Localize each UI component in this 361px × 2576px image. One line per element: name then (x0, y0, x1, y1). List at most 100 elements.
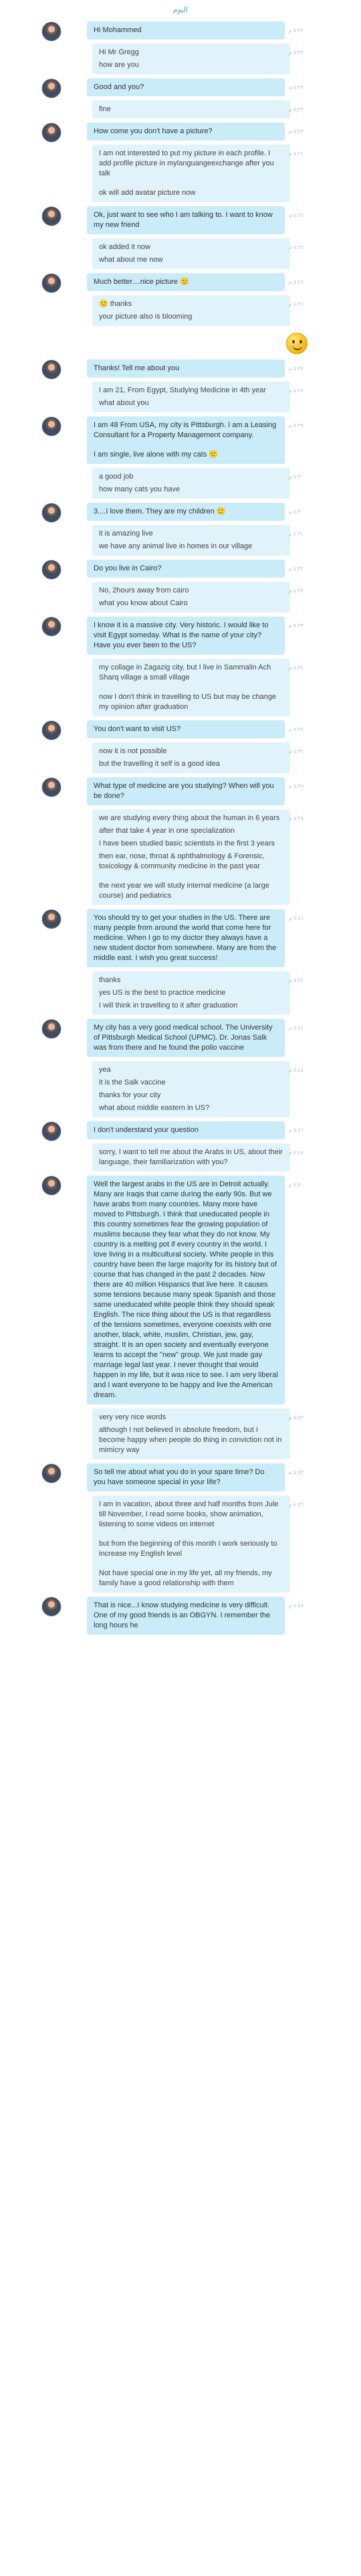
outgoing-message[interactable]: No, 2hours away from cairo what you know … (0, 582, 361, 613)
avatar[interactable] (41, 78, 62, 98)
message-bubble[interactable]: ok added it now what about me now (92, 238, 290, 269)
message-bubble[interactable]: I am 21, From Egypt, Studying Medicine i… (92, 382, 290, 412)
message-bubble[interactable]: Good and you? (87, 78, 285, 96)
avatar[interactable] (41, 359, 62, 380)
message-bubble[interactable]: my collage in Zagazig city, but I live i… (92, 659, 290, 716)
outgoing-message[interactable]: a good job how many cats you have ٥:٣٠ م (0, 468, 361, 499)
avatar[interactable] (41, 1019, 62, 1039)
incoming-message[interactable]: 3....I love them. They are my children 🙂… (0, 503, 361, 523)
message-bubble[interactable]: a good job how many cats you have (92, 468, 290, 499)
incoming-message[interactable]: How come you don't have a picture? ٥:٢٣ م (0, 123, 361, 143)
message-bubble[interactable]: Thanks! Tell me about you (87, 359, 285, 378)
incoming-message[interactable]: I know it is a massive city. Very histor… (0, 617, 361, 655)
incoming-message[interactable]: Do you live in Cairo? ٥:٣٢ م (0, 560, 361, 580)
message-bubble[interactable]: fine (92, 100, 290, 118)
message-bubble[interactable]: 3....I love them. They are my children 🙂 (87, 503, 285, 521)
avatar[interactable] (41, 206, 62, 226)
message-bubble[interactable]: My city has a very good medical school. … (87, 1019, 285, 1057)
message-bubble[interactable]: very very nice words although I not belie… (92, 1408, 290, 1459)
message-bubble[interactable]: I am in vacation, about three and half m… (92, 1496, 290, 1593)
message-bubble[interactable]: yea it is the Salk vaccine thanks for your… (92, 1061, 290, 1117)
outgoing-message[interactable]: I am not interested to put my picture in… (0, 145, 361, 202)
incoming-message[interactable]: Ok, just want to see who I am talking to… (0, 206, 361, 234)
avatar[interactable] (41, 503, 62, 523)
outgoing-message[interactable]: thanks yes US is the best to practice med… (0, 971, 361, 1015)
avatar[interactable] (41, 777, 62, 797)
incoming-message[interactable]: My city has a very good medical school. … (0, 1019, 361, 1057)
outgoing-message[interactable]: yea it is the Salk vaccine thanks for your… (0, 1061, 361, 1117)
message-bubble[interactable]: You don't want to visit US? (87, 720, 285, 738)
message-time: ٥:٤١ م (288, 915, 304, 921)
message-bubble[interactable]: I am not interested to put my picture in… (92, 145, 290, 202)
incoming-message[interactable]: What type of medicine are you studying? … (0, 777, 361, 805)
message-bubble[interactable]: sorry, I want to tell me about the Arabs… (92, 1143, 290, 1172)
outgoing-message[interactable]: my collage in Zagazig city, but I live i… (0, 659, 361, 716)
avatar[interactable] (41, 909, 62, 929)
message-bubble[interactable]: That is nice...I know studying medicine … (87, 1597, 285, 1635)
outgoing-message[interactable]: now it is not possible but the travelling… (0, 742, 361, 773)
avatar[interactable] (41, 21, 62, 42)
outgoing-message[interactable]: fine ٥:٢٣ م (0, 100, 361, 118)
message-bubble[interactable]: What type of medicine are you studying? … (87, 777, 285, 805)
avatar[interactable] (41, 617, 62, 637)
incoming-message[interactable]: Thanks! Tell me about you ٥:٢٨ م (0, 359, 361, 380)
message-line: your picture also is blooming (99, 313, 193, 321)
message-bubble[interactable]: Hi Mohammed (87, 21, 285, 39)
message-bubble[interactable]: I know it is a massive city. Very histor… (87, 617, 285, 655)
message-bubble[interactable]: You should try to get your studies in th… (87, 909, 285, 967)
outgoing-message[interactable]: it is amazing live we have any animal liv… (0, 525, 361, 556)
incoming-message[interactable]: You should try to get your studies in th… (0, 909, 361, 967)
message-bubble[interactable]: Well the largest arabs in the US are in … (87, 1176, 285, 1404)
avatar[interactable] (41, 273, 62, 293)
message-line: I have been studied basic scientists in … (99, 839, 275, 848)
message-time: ٥:٥٦ م (288, 1502, 304, 1508)
message-time: ٥:٥٢ م (288, 1415, 304, 1421)
avatar[interactable] (41, 1121, 62, 1141)
message-bubble[interactable]: I am 48 From USA, my city is Pittsburgh.… (87, 416, 285, 464)
message-time: ٥:٣٢ م (288, 566, 304, 572)
incoming-message[interactable]: Much better....nice picture 🙂 ٥:٢٦ م (0, 273, 361, 293)
outgoing-message[interactable]: ok added it now what about me now ٥:٢٥ م (0, 238, 361, 269)
message-bubble[interactable]: How come you don't have a picture? (87, 123, 285, 141)
message-time: ٥:٥٨ م (288, 1603, 304, 1609)
message-bubble[interactable]: thanks yes US is the best to practice med… (92, 971, 290, 1015)
avatar[interactable] (41, 560, 62, 580)
outgoing-message[interactable]: I am 21, From Egypt, Studying Medicine i… (0, 382, 361, 412)
outgoing-message[interactable]: I am in vacation, about three and half m… (0, 1496, 361, 1593)
incoming-message[interactable]: You don't want to visit US? ٥:٣٥ م (0, 720, 361, 740)
outgoing-message[interactable]: we are studying every thing about the hu… (0, 809, 361, 905)
incoming-message[interactable]: Hi Mohammed ٥:٢٢ م (0, 21, 361, 42)
avatar[interactable] (41, 123, 62, 143)
message-bubble[interactable]: Ok, just want to see who I am talking to… (87, 206, 285, 234)
avatar[interactable] (41, 416, 62, 436)
incoming-message[interactable]: I am 48 From USA, my city is Pittsburgh.… (0, 416, 361, 464)
message-bubble[interactable]: 🙂 thanks your picture also is blooming (92, 295, 290, 326)
message-bubble[interactable]: we are studying every thing about the hu… (92, 809, 290, 905)
outgoing-message[interactable]: sorry, I want to tell me about the Arabs… (0, 1143, 361, 1172)
message-time: ٥:٥٣ م (288, 1469, 304, 1475)
incoming-message[interactable]: Good and you? ٥:٢٢ م (0, 78, 361, 98)
incoming-message[interactable]: That is nice...I know studying medicine … (0, 1597, 361, 1635)
avatar[interactable] (41, 1176, 62, 1196)
incoming-message[interactable]: I don't understand your question ٥:٤٦ م (0, 1121, 361, 1141)
message-bubble[interactable]: Much better....nice picture 🙂 (87, 273, 285, 291)
outgoing-message[interactable]: Hi Mr Gregg how are you ٥:٢٢ م (0, 44, 361, 74)
incoming-message[interactable]: So tell me about what you do in your spa… (0, 1463, 361, 1492)
outgoing-message[interactable]: 🙂 thanks your picture also is blooming ٥:٢… (0, 295, 361, 326)
avatar[interactable] (41, 1463, 62, 1483)
message-bubble[interactable]: I don't understand your question (87, 1121, 285, 1139)
message-time: ٥:٥٠ م (288, 1182, 304, 1188)
message-bubble[interactable]: No, 2hours away from cairo what you know … (92, 582, 290, 613)
message-bubble[interactable]: it is amazing live we have any animal liv… (92, 525, 290, 556)
incoming-message[interactable]: Well the largest arabs in the US are in … (0, 1176, 361, 1404)
outgoing-message[interactable]: very very nice words although I not belie… (0, 1408, 361, 1459)
message-line: sorry, I want to tell me about the Arabs… (99, 1148, 283, 1166)
message-line: I will think in travelling to it after g… (99, 1001, 238, 1010)
message-bubble[interactable]: So tell me about what you do in your spa… (87, 1463, 285, 1492)
avatar[interactable] (41, 720, 62, 740)
message-time: ٥:٢٥ م (288, 244, 304, 250)
avatar[interactable] (41, 1597, 62, 1617)
message-bubble[interactable]: now it is not possible but the travelling… (92, 742, 290, 773)
message-bubble[interactable]: Do you live in Cairo? (87, 560, 285, 578)
message-bubble[interactable]: Hi Mr Gregg how are you (92, 44, 290, 74)
